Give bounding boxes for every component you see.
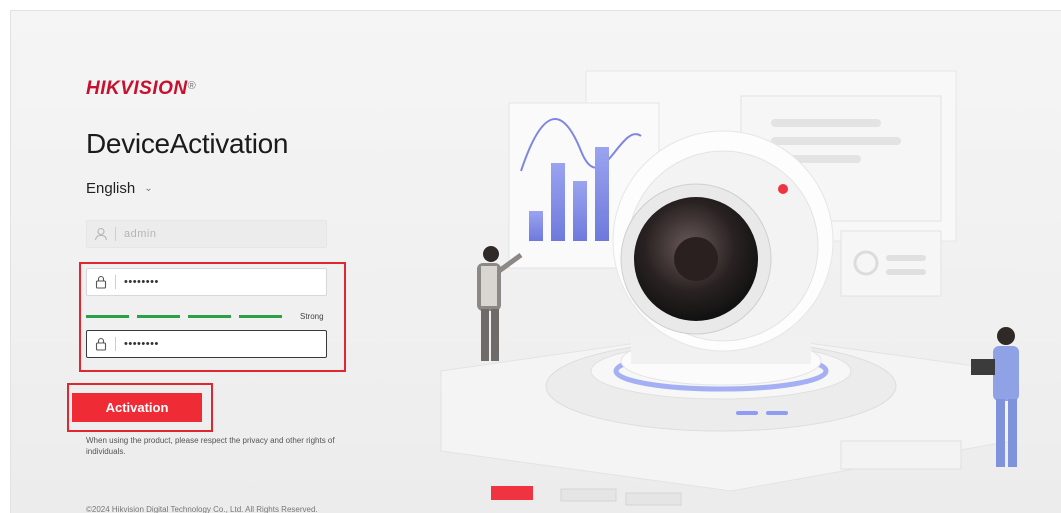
language-selector[interactable]: English ⌄ bbox=[86, 180, 153, 197]
language-label: English bbox=[86, 180, 136, 197]
strength-bar bbox=[239, 315, 282, 318]
strength-bar bbox=[137, 315, 180, 318]
strength-bar bbox=[188, 315, 231, 318]
password-field[interactable]: •••••••• bbox=[86, 268, 327, 296]
user-icon bbox=[87, 227, 115, 241]
password-value: •••••••• bbox=[124, 276, 159, 288]
activation-button[interactable]: Activation bbox=[72, 393, 202, 422]
confirm-password-value: •••••••• bbox=[124, 338, 159, 350]
confirm-password-field[interactable]: •••••••• bbox=[86, 330, 327, 358]
copyright-text: ©2024 Hikvision Digital Technology Co., … bbox=[86, 505, 318, 513]
activation-page: HIKVISION® DeviceActivation English ⌄ ad… bbox=[10, 10, 1061, 513]
field-separator bbox=[115, 227, 116, 241]
strength-label: Strong bbox=[300, 312, 324, 321]
lock-icon bbox=[87, 337, 115, 351]
page-title: DeviceActivation bbox=[86, 128, 289, 159]
lock-icon bbox=[87, 275, 115, 289]
privacy-notice: When using the product, please respect t… bbox=[86, 436, 335, 456]
username-value: admin bbox=[124, 228, 157, 240]
chevron-down-icon: ⌄ bbox=[144, 183, 153, 194]
password-strength-meter: Strong bbox=[86, 312, 324, 321]
field-separator bbox=[115, 275, 116, 289]
strength-bar bbox=[86, 315, 129, 318]
hikvision-logo: HIKVISION® bbox=[86, 78, 197, 99]
field-separator bbox=[115, 337, 116, 351]
username-field[interactable]: admin bbox=[86, 220, 327, 248]
camera-illustration bbox=[440, 70, 1019, 506]
